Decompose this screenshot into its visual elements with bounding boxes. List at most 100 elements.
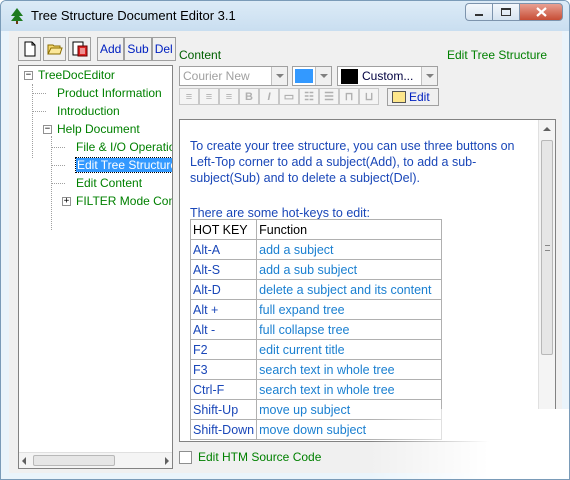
function-cell: search text in whole tree xyxy=(256,359,443,380)
collapse-icon[interactable]: − xyxy=(24,71,33,80)
content-editor[interactable]: To create your tree structure, you can u… xyxy=(179,119,556,442)
add-sub-subject-button[interactable]: Sub xyxy=(124,37,152,61)
font-family-value: Courier New xyxy=(183,69,250,83)
tree-item-edit-tree-structure[interactable]: Edit Tree Structure xyxy=(74,157,172,173)
add-subject-button[interactable]: Add xyxy=(97,37,125,61)
align-left-icon[interactable]: ≡ xyxy=(179,88,199,105)
edit-button[interactable]: Edit xyxy=(387,88,439,106)
tree-item-filter-mode[interactable]: FILTER Mode Commands xyxy=(76,193,172,209)
scroll-up-icon[interactable] xyxy=(539,120,555,137)
tree-item-label: Help Document xyxy=(57,122,140,136)
minimize-icon xyxy=(475,14,483,16)
expand-icon[interactable]: + xyxy=(62,197,71,206)
function-cell: edit current title xyxy=(256,339,443,360)
tree-horizontal-scrollbar[interactable] xyxy=(19,452,172,468)
scrollbar-thumb[interactable] xyxy=(33,455,115,466)
table-icon[interactable]: ▭ xyxy=(279,88,299,105)
chevron-down-icon[interactable] xyxy=(271,67,287,85)
hotkeys-intro: There are some hot-keys to edit: xyxy=(190,206,370,220)
indent-icon[interactable]: ⊓ xyxy=(339,88,359,105)
intro-paragraph: To create your tree structure, you can u… xyxy=(190,139,515,185)
tree-item-label: Edit Content xyxy=(76,176,143,190)
font-size-select[interactable] xyxy=(292,66,332,86)
hotkey-cell: Shift-Down xyxy=(189,419,258,440)
chevron-down-icon[interactable] xyxy=(315,67,331,85)
function-cell: delete a subject and its content xyxy=(256,279,443,300)
tree-item-label: TreeDocEditor xyxy=(38,68,115,82)
tree-app-icon xyxy=(11,8,23,24)
tree-guide-line xyxy=(32,93,46,94)
tree-item-help-document[interactable]: Help Document xyxy=(57,121,140,137)
table-row: Alt-A add a subject xyxy=(189,239,443,260)
tree-item-label: Introduction xyxy=(57,104,120,118)
bottom-right-fade xyxy=(369,409,569,479)
table-header-cell: Function xyxy=(256,219,443,240)
close-icon xyxy=(535,7,547,17)
bold-icon[interactable]: B xyxy=(239,88,259,105)
hotkey-cell: Ctrl-F xyxy=(189,379,258,400)
hotkey-cell: Alt-A xyxy=(189,239,258,260)
tree-item-edit-content[interactable]: Edit Content xyxy=(76,175,142,191)
function-cell: full collapse tree xyxy=(256,319,443,340)
tree-item-file-io[interactable]: File & I/O Operations xyxy=(76,139,172,155)
hotkey-cell: Alt + xyxy=(189,299,258,320)
window-title: Tree Structure Document Editor 3.1 xyxy=(31,8,236,23)
chevron-down-icon[interactable] xyxy=(421,67,437,85)
table-row: F3 search text in whole tree xyxy=(189,359,443,380)
tree-guide-line xyxy=(32,111,46,112)
scroll-right-icon[interactable] xyxy=(165,457,169,465)
hotkey-cell: Alt-D xyxy=(189,279,258,300)
tree-item-label: Product Information xyxy=(57,86,162,100)
align-right-icon[interactable]: ≡ xyxy=(219,88,239,105)
hotkey-cell: F3 xyxy=(189,359,258,380)
html-source-toggle[interactable]: Edit HTM Source Code xyxy=(179,450,321,464)
tree-item-root[interactable]: TreeDocEditor xyxy=(38,67,115,83)
maximize-icon xyxy=(501,8,511,16)
tree-view[interactable]: − TreeDocEditor Product Information Intr… xyxy=(18,65,173,469)
font-size-selection xyxy=(295,69,313,83)
table-header-cell: HOT KEY xyxy=(189,219,258,240)
font-color-value: Custom... xyxy=(362,69,414,83)
tree-item-label: File & I/O Operations xyxy=(76,140,172,154)
font-color-select[interactable]: Custom... xyxy=(337,66,438,86)
table-header-row: HOT KEY Function xyxy=(189,219,443,240)
numbered-list-icon[interactable]: ☷ xyxy=(299,88,319,105)
function-cell: add a subject xyxy=(256,239,443,260)
tree-item-product-information[interactable]: Product Information xyxy=(57,85,162,101)
bullet-list-icon[interactable]: ☰ xyxy=(319,88,339,105)
collapse-icon[interactable]: − xyxy=(43,125,52,134)
open-file-button[interactable] xyxy=(43,37,66,61)
table-row: Alt-D delete a subject and its content xyxy=(189,279,443,300)
save-file-button[interactable] xyxy=(68,37,91,61)
app-window: Tree Structure Document Editor 3.1 Add S… xyxy=(0,0,570,480)
italic-icon[interactable]: I xyxy=(259,88,279,105)
html-source-label: Edit HTM Source Code xyxy=(198,450,322,464)
new-document-button[interactable] xyxy=(18,37,41,61)
table-row: Alt - full collapse tree xyxy=(189,319,443,340)
save-document-icon xyxy=(72,41,87,57)
outdent-icon[interactable]: ⊔ xyxy=(359,88,379,105)
tree-guide-line xyxy=(32,84,33,158)
table-row: Alt-S add a sub subject xyxy=(189,259,443,280)
close-button[interactable] xyxy=(519,3,563,21)
content-label: Content xyxy=(179,48,222,62)
tree-item-label: FILTER Mode Commands xyxy=(76,194,172,208)
tree-guide-line xyxy=(51,147,65,148)
edit-button-label: Edit xyxy=(409,90,430,104)
minimize-button[interactable] xyxy=(465,3,492,21)
table-row: Alt + full expand tree xyxy=(189,299,443,320)
function-cell: full expand tree xyxy=(256,299,443,320)
scrollbar-thumb[interactable] xyxy=(541,140,553,355)
delete-subject-button[interactable]: Del xyxy=(151,37,176,61)
hotkey-cell: Shift-Up xyxy=(189,399,258,420)
function-cell: add a sub subject xyxy=(256,259,443,280)
editor-vertical-scrollbar[interactable] xyxy=(538,120,555,441)
hotkey-cell: F2 xyxy=(189,339,258,360)
maximize-button[interactable] xyxy=(492,3,519,21)
align-center-icon[interactable]: ≡ xyxy=(199,88,219,105)
html-source-checkbox[interactable] xyxy=(179,450,192,464)
font-family-select[interactable]: Courier New xyxy=(179,66,288,86)
scroll-left-icon[interactable] xyxy=(22,457,26,465)
color-swatch xyxy=(341,69,358,84)
tree-item-introduction[interactable]: Introduction xyxy=(57,103,120,119)
